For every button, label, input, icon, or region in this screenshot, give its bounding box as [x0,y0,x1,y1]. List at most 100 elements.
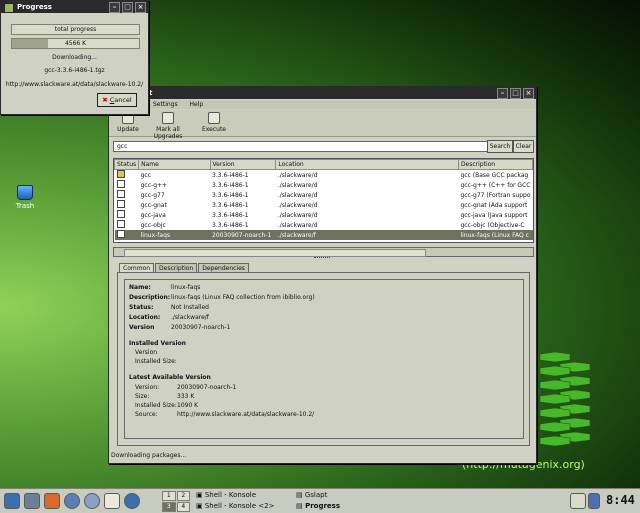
trash-icon [17,185,33,200]
progress-titlebar[interactable]: Progress – □ × [1,1,148,13]
location-label: Location: [129,314,161,321]
status-checkbox[interactable] [116,210,125,218]
status-cell[interactable] [115,210,139,220]
minimize-button[interactable]: – [497,88,508,99]
installed-version-heading: Installed Version [129,340,186,347]
column-header-name[interactable]: Name [138,159,211,170]
progress-icon: ▤ [296,502,306,510]
status-checkbox[interactable] [116,180,125,188]
table-row[interactable]: gcc-objc 3.3.6-i486-1 ./slackware/d gcc-obj… [115,220,533,230]
tray-clipboard-icon[interactable] [570,493,586,509]
location-cell: ./slackware/d [277,191,318,199]
status-checkbox[interactable] [116,220,125,228]
tab-dependencies[interactable]: Dependencies [198,263,249,272]
update-button[interactable]: Update [111,112,145,133]
gslapt-icon: ▤ [296,491,305,499]
status-checkbox[interactable] [116,230,125,238]
close-button[interactable]: × [523,88,534,99]
status-cell[interactable] [115,170,139,181]
location-value: ./slackware/f [171,314,209,321]
status-cell[interactable] [115,180,139,190]
gslapt-window: t – □ × Settings Help Update Mark all Up… [108,86,537,464]
table-row[interactable]: linux-faqs 20030907-noarch-1 ./slackware/f… [114,230,533,240]
search-button[interactable]: Search [487,140,513,153]
maximize-button[interactable]: □ [510,88,521,99]
task-gslapt[interactable]: ▤ Gslapt [296,490,327,500]
installed-size-label: Installed Size: [135,358,177,365]
kmenu-icon[interactable] [4,493,20,509]
table-row[interactable]: gcc-g++ 3.3.6-i486-1 ./slackware/d gcc-g++ … [115,180,533,190]
execute-button[interactable]: Execute [197,112,231,133]
status-cell[interactable] [115,200,139,210]
menu-settings[interactable]: Settings [153,101,178,108]
pager-desktop-3[interactable]: 3 [162,502,176,512]
clear-button[interactable]: Clear [513,140,534,153]
latest-version-value: 20030907-noarch-1 [177,384,237,391]
mark-all-upgrades-button[interactable]: Mark all Upgrades [145,112,191,140]
version-label: Version [129,324,155,331]
task-label: Shell - Konsole <2> [204,502,275,510]
column-header-location[interactable]: Location [275,159,459,170]
tray-network-icon[interactable] [588,493,600,509]
home-icon[interactable] [44,493,60,509]
up-arrow-icon [162,112,174,124]
mutagenix-logo [539,352,591,447]
status-cell[interactable] [115,190,139,200]
close-button[interactable]: × [135,2,146,13]
cancel-icon: ✖ [102,96,108,104]
location-cell: ./slackware/d [277,211,318,219]
column-header-version[interactable]: Version [209,159,277,170]
location-cell: ./slackware/d [277,171,318,179]
pager-desktop-2[interactable]: 2 [176,491,190,501]
table-row[interactable]: gcc-gnat 3.3.6-i486-1 ./slackware/d gcc-gna… [115,200,533,210]
minimize-button[interactable]: – [109,2,120,13]
version-cell: 3.3.6-i486-1 [212,181,249,189]
cancel-button[interactable]: ✖ Cancel [97,93,137,107]
maximize-button[interactable]: □ [122,2,133,13]
task-shell-konsole[interactable]: ▣ Shell - Konsole [196,490,256,500]
name-value: linux-faqs [171,284,201,291]
status-label: Status: [129,304,154,311]
status-checkbox[interactable] [116,190,125,198]
konqueror-icon[interactable] [64,493,80,509]
status-cell[interactable] [115,220,139,230]
horizontal-scrollbar[interactable] [113,247,534,257]
pager-desktop-1[interactable]: 1 [162,491,176,501]
table-row[interactable]: gcc-g77 3.3.6-i486-1 ./slackware/d gcc-g77 … [115,190,533,200]
progress-title: Progress [17,3,52,11]
status-checkbox[interactable] [116,170,125,178]
name-cell: gcc-g77 [140,191,165,199]
status-cell[interactable] [114,230,139,240]
pane-splitter[interactable] [314,257,330,260]
size-label: Size: [135,393,150,400]
show-desktop-icon[interactable] [24,493,40,509]
table-row[interactable]: gcc 3.3.6-i486-1 ./slackware/d gcc (Base GC… [115,170,533,181]
total-progress-label: total progress [54,26,97,33]
clock[interactable]: 8:44 [606,493,635,507]
gslapt-titlebar[interactable]: t – □ × [109,87,536,99]
pager-desktop-4[interactable]: 4 [176,502,190,512]
menu-help[interactable]: Help [190,101,204,108]
browser-icon[interactable] [84,493,100,509]
task-progress[interactable]: ▤ Progress [296,501,340,511]
trash-desktop-icon[interactable]: Trash [10,185,40,210]
text-editor-icon[interactable] [104,493,120,509]
mark-all-label: Mark all Upgrades [153,126,183,140]
update-label: Update [117,126,139,133]
tab-common[interactable]: Common [119,263,155,272]
download-status: Downloading... [52,54,97,61]
source-label: Source: [135,411,158,418]
column-header-status[interactable]: Status [114,159,140,170]
installed-version-label: Version [135,349,158,356]
status-checkbox[interactable] [116,200,125,208]
description-cell: gcc (Base GCC packag [460,171,529,179]
task-shell-konsole-2[interactable]: ▣ Shell - Konsole <2> [196,501,274,511]
scrollbar-thumb[interactable] [124,249,426,257]
column-header-description[interactable]: Description [457,159,533,170]
version-cell: 3.3.6-i486-1 [212,201,249,209]
table-row[interactable]: gcc-java 3.3.6-i486-1 ./slackware/d gcc-jav… [115,210,533,220]
help-icon[interactable] [124,493,140,509]
version-cell: 20030907-noarch-1 [210,230,276,240]
tab-description[interactable]: Description [155,263,198,272]
search-input[interactable]: gcc [113,141,488,152]
